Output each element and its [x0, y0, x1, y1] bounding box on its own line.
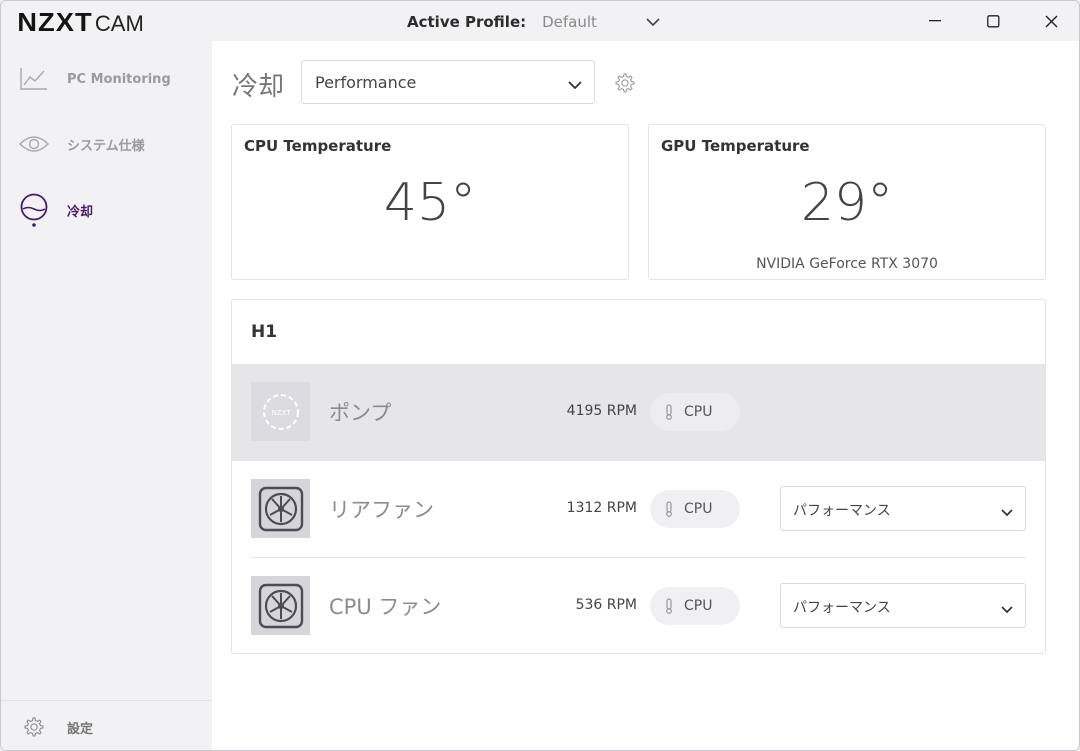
close-button[interactable]: [1022, 1, 1079, 41]
gpu-device-name: NVIDIA GeForce RTX 3070: [756, 256, 938, 272]
svg-text:NZXT: NZXT: [271, 409, 291, 417]
minimize-icon: [929, 20, 941, 22]
device-row-pump[interactable]: NZXT ポンプ 4195 RPM CPU: [232, 364, 1045, 461]
pump-icon: NZXT: [251, 382, 310, 441]
cooling-icon: [18, 193, 50, 227]
temperature-source-chip[interactable]: CPU: [650, 587, 740, 625]
fan-icon: [251, 576, 310, 635]
sidebar-item-settings[interactable]: 設定: [1, 702, 212, 750]
device-panel: H1 NZXT ポンプ 4195 RPM CPU リアファン 1312 RPM …: [231, 299, 1046, 654]
temperature-source-label: CPU: [684, 598, 713, 614]
device-row-rpm: 4195 RPM: [566, 403, 637, 419]
device-row-rpm: 1312 RPM: [566, 500, 637, 516]
active-profile-label: Active Profile:: [407, 12, 527, 31]
main-content: 冷却 Performance CPU Temperature 45° GPU T…: [212, 41, 1079, 750]
profile-settings-button[interactable]: [614, 72, 636, 94]
device-row-name: CPU ファン: [329, 595, 442, 619]
fan-mode-dropdown[interactable]: パフォーマンス: [780, 486, 1026, 531]
temperature-source-label: CPU: [684, 404, 713, 420]
thermometer-icon: [666, 404, 672, 420]
gpu-temperature-value: 29°: [800, 173, 894, 233]
app-window: NZXT CAM Active Profile: Default PC Moni…: [0, 0, 1080, 751]
maximize-button[interactable]: [964, 1, 1022, 41]
active-profile-value: Default: [542, 12, 597, 31]
eye-icon: [18, 128, 50, 160]
chevron-down-icon: [568, 75, 582, 94]
temperature-source-chip[interactable]: CPU: [650, 393, 740, 431]
sidebar-item-label: 冷却: [67, 204, 94, 220]
gear-icon: [18, 711, 50, 743]
temperature-source-chip[interactable]: CPU: [650, 490, 740, 528]
fan-icon: [251, 479, 310, 538]
device-row-rpm: 536 RPM: [575, 597, 637, 613]
sidebar-item-pc-monitoring[interactable]: PC Monitoring: [1, 54, 212, 104]
fan-mode-value: パフォーマンス: [793, 600, 891, 616]
minimize-button[interactable]: [906, 1, 964, 41]
line-chart-icon: [18, 63, 50, 95]
thermometer-icon: [666, 501, 672, 517]
maximize-icon: [986, 14, 999, 27]
cpu-temperature-value: 45°: [383, 173, 477, 233]
gpu-temperature-card: GPU Temperature 29° NVIDIA GeForce RTX 3…: [648, 124, 1046, 280]
sidebar: PC Monitoring システム仕様 冷却 設定: [1, 41, 212, 750]
device-row-rear-fan[interactable]: リアファン 1312 RPM CPU パフォーマンス: [232, 461, 1045, 558]
device-row-cpu-fan[interactable]: CPU ファン 536 RPM CPU パフォーマンス: [232, 558, 1045, 653]
cooling-profile-dropdown[interactable]: Performance: [301, 60, 595, 104]
fan-mode-value: パフォーマンス: [793, 503, 891, 519]
device-name: H1: [251, 322, 278, 342]
settings-label: 設定: [67, 721, 94, 737]
brand-name: NZXT: [17, 7, 93, 37]
cpu-temperature-card: CPU Temperature 45°: [231, 124, 629, 280]
page-title: 冷却: [232, 72, 285, 102]
gpu-temperature-title: GPU Temperature: [661, 137, 810, 155]
device-row-name: ポンプ: [329, 401, 392, 425]
chevron-down-icon: [1001, 599, 1013, 618]
sidebar-divider: [1, 700, 212, 701]
temperature-source-label: CPU: [684, 501, 713, 517]
title-bar: NZXT CAM Active Profile: Default: [1, 1, 1079, 41]
sidebar-item-system-specs[interactable]: システム仕様: [1, 119, 212, 169]
sidebar-item-cooling[interactable]: 冷却: [1, 185, 212, 235]
chevron-down-icon: [646, 12, 660, 31]
product-name: CAM: [94, 11, 144, 36]
close-icon: [1045, 15, 1057, 27]
sidebar-item-label: PC Monitoring: [67, 71, 171, 87]
chevron-down-icon: [1001, 502, 1013, 521]
gear-icon: [615, 73, 635, 93]
cooling-profile-value: Performance: [315, 73, 417, 92]
device-row-name: リアファン: [329, 498, 434, 522]
sidebar-item-label: システム仕様: [67, 138, 145, 154]
thermometer-icon: [666, 598, 672, 614]
app-logo: NZXT CAM: [17, 7, 144, 38]
active-profile-selector[interactable]: Active Profile: Default: [407, 12, 660, 31]
cpu-temperature-title: CPU Temperature: [244, 137, 392, 155]
fan-mode-dropdown[interactable]: パフォーマンス: [780, 583, 1026, 628]
